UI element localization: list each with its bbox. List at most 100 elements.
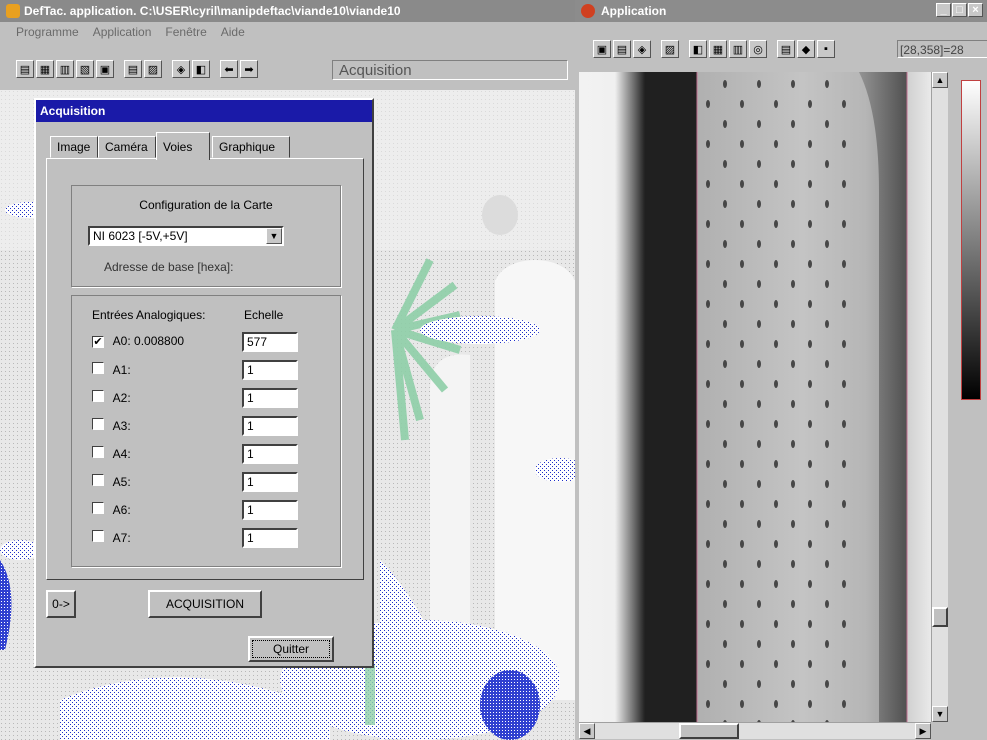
scroll-down-icon[interactable]: ▼ (932, 706, 948, 722)
save-icon[interactable]: ▤ (777, 40, 795, 58)
channel-row: A6: 1 (92, 500, 332, 522)
toolbar-mode-label: Acquisition (332, 60, 568, 80)
save-icon[interactable]: ▤ (16, 60, 34, 78)
quit-button[interactable]: Quitter (248, 636, 334, 662)
close-icon[interactable]: × (968, 3, 983, 17)
table-icon[interactable]: ▤ (124, 60, 142, 78)
maximize-icon[interactable]: □ (952, 3, 967, 17)
right-toolbar: ▣ ▤ ◈ ▨ ◧ ▦ ▥ ◎ ▤ ◆ ▪ [28,358]=28 (575, 32, 987, 70)
chart-icon[interactable]: ◧ (192, 60, 210, 78)
channel-a4-label: A4: (112, 447, 131, 461)
arrow-right-icon[interactable]: ➡ (240, 60, 258, 78)
channel-a4-scale[interactable]: 1 (242, 444, 298, 464)
zero-button[interactable]: 0-> (46, 590, 76, 618)
acquisition-dialog: Acquisition Image Caméra Voies Graphique… (34, 98, 374, 668)
scrollbar-thumb[interactable] (679, 723, 739, 739)
color-icon[interactable]: ◆ (797, 40, 815, 58)
channel-a1-checkbox[interactable] (92, 362, 104, 374)
channel-a2-checkbox[interactable] (92, 390, 104, 402)
inputs-header: Entrées Analogiques: (92, 308, 206, 322)
right-title-text: Application (601, 4, 667, 18)
acquisition-button[interactable]: ACQUISITION (148, 590, 262, 618)
config-label: Configuration de la Carte (139, 198, 273, 212)
channel-a0-scale[interactable]: 577 (242, 332, 298, 352)
channel-a7-scale[interactable]: 1 (242, 528, 298, 548)
channel-a1-label: A1: (112, 363, 131, 377)
channel-a5-scale[interactable]: 1 (242, 472, 298, 492)
channel-a2-label: A2: (112, 391, 131, 405)
channel-a3-checkbox[interactable] (92, 418, 104, 430)
scale-header: Echelle (244, 308, 284, 322)
palette-icon[interactable]: ◈ (172, 60, 190, 78)
channel-a7-label: A7: (112, 531, 131, 545)
grid-icon[interactable]: ▧ (76, 60, 94, 78)
channel-row: A1: 1 (92, 360, 332, 382)
minimize-icon[interactable]: _ (936, 3, 951, 17)
chart-icon[interactable]: ◧ (689, 40, 707, 58)
tab-graphique[interactable]: Graphique (212, 136, 290, 158)
channel-row: A7: 1 (92, 528, 332, 550)
menu-programme[interactable]: Programme (16, 25, 79, 39)
main-toolbar: ▤ ▦ ▥ ▧ ▣ ▤ ▨ ◈ ◧ ⬅ ➡ Acquisition (0, 42, 575, 90)
layers-icon[interactable]: ▥ (729, 40, 747, 58)
chevron-down-icon[interactable]: ▼ (266, 228, 282, 244)
channel-row: A3: 1 (92, 416, 332, 438)
channel-a7-checkbox[interactable] (92, 530, 104, 542)
channel-a6-label: A6: (112, 503, 131, 517)
card-select[interactable]: NI 6023 [-5V,+5V] ▼ (88, 226, 284, 246)
channel-a2-scale[interactable]: 1 (242, 388, 298, 408)
main-title-bar[interactable]: DefTac. application. C:\USER\cyril\manip… (0, 0, 575, 22)
tab-image[interactable]: Image (50, 136, 98, 158)
tab-voies[interactable]: Voies (156, 132, 210, 160)
image-icon[interactable]: ▨ (144, 60, 162, 78)
card-select-value: NI 6023 [-5V,+5V] (93, 229, 188, 243)
menu-aide[interactable]: Aide (221, 25, 245, 39)
print-icon[interactable]: ▥ (56, 60, 74, 78)
tab-page: Configuration de la Carte NI 6023 [-5V,+… (46, 158, 364, 580)
scroll-right-icon[interactable]: ▶ (915, 723, 931, 739)
right-window: Application _ □ × ▣ ▤ ◈ ▨ ◧ ▦ ▥ ◎ ▤ ◆ ▪ … (575, 0, 987, 740)
channel-a6-checkbox[interactable] (92, 502, 104, 514)
grayscale-palette-bar (961, 80, 981, 400)
channel-a3-scale[interactable]: 1 (242, 416, 298, 436)
card-config-group: Configuration de la Carte NI 6023 [-5V,+… (71, 185, 341, 287)
main-menubar: Programme Application Fenêtre Aide (0, 22, 575, 42)
doc-icon[interactable]: ▣ (96, 60, 114, 78)
zoom-icon[interactable]: ◎ (749, 40, 767, 58)
channel-a5-checkbox[interactable] (92, 474, 104, 486)
dialog-title-text: Acquisition (40, 104, 106, 118)
grayscale-image-view[interactable] (579, 72, 945, 722)
scroll-up-icon[interactable]: ▲ (932, 72, 948, 88)
right-title-bar[interactable]: Application _ □ × (575, 0, 987, 22)
channel-a6-scale[interactable]: 1 (242, 500, 298, 520)
channels-group: Entrées Analogiques: Echelle ✔ A0: 0.008… (71, 295, 341, 567)
channel-a0-checkbox[interactable]: ✔ (92, 335, 104, 348)
app-icon[interactable]: ▣ (593, 40, 611, 58)
app-icon (581, 4, 595, 18)
channel-a1-scale[interactable]: 1 (242, 360, 298, 380)
channel-a4-checkbox[interactable] (92, 446, 104, 458)
menu-fenetre[interactable]: Fenêtre (165, 25, 206, 39)
disk-icon[interactable]: ▪ (817, 40, 835, 58)
main-title-text: DefTac. application. C:\USER\cyril\manip… (24, 4, 401, 18)
channel-row: A4: 1 (92, 444, 332, 466)
coordinate-readout: [28,358]=28 (897, 40, 987, 58)
menu-application[interactable]: Application (93, 25, 152, 39)
horizontal-scrollbar[interactable]: ◀ ▶ (579, 722, 931, 739)
scrollbar-thumb[interactable] (932, 607, 948, 627)
palette-icon[interactable]: ◈ (633, 40, 651, 58)
channel-row: A2: 1 (92, 388, 332, 410)
dialog-title-bar[interactable]: Acquisition (36, 100, 372, 122)
app2-icon[interactable]: ▤ (613, 40, 631, 58)
grid-icon[interactable]: ▦ (709, 40, 727, 58)
tab-camera[interactable]: Caméra (98, 136, 156, 158)
channel-row: ✔ A0: 0.008800 577 (92, 332, 332, 354)
base-address-label: Adresse de base [hexa]: (104, 260, 234, 274)
channel-a3-label: A3: (112, 419, 131, 433)
image-icon[interactable]: ▨ (661, 40, 679, 58)
grayscale-image (579, 72, 945, 722)
vertical-scrollbar[interactable]: ▲ ▼ (931, 72, 948, 722)
scroll-left-icon[interactable]: ◀ (579, 723, 595, 739)
open-icon[interactable]: ▦ (36, 60, 54, 78)
arrow-left-icon[interactable]: ⬅ (220, 60, 238, 78)
